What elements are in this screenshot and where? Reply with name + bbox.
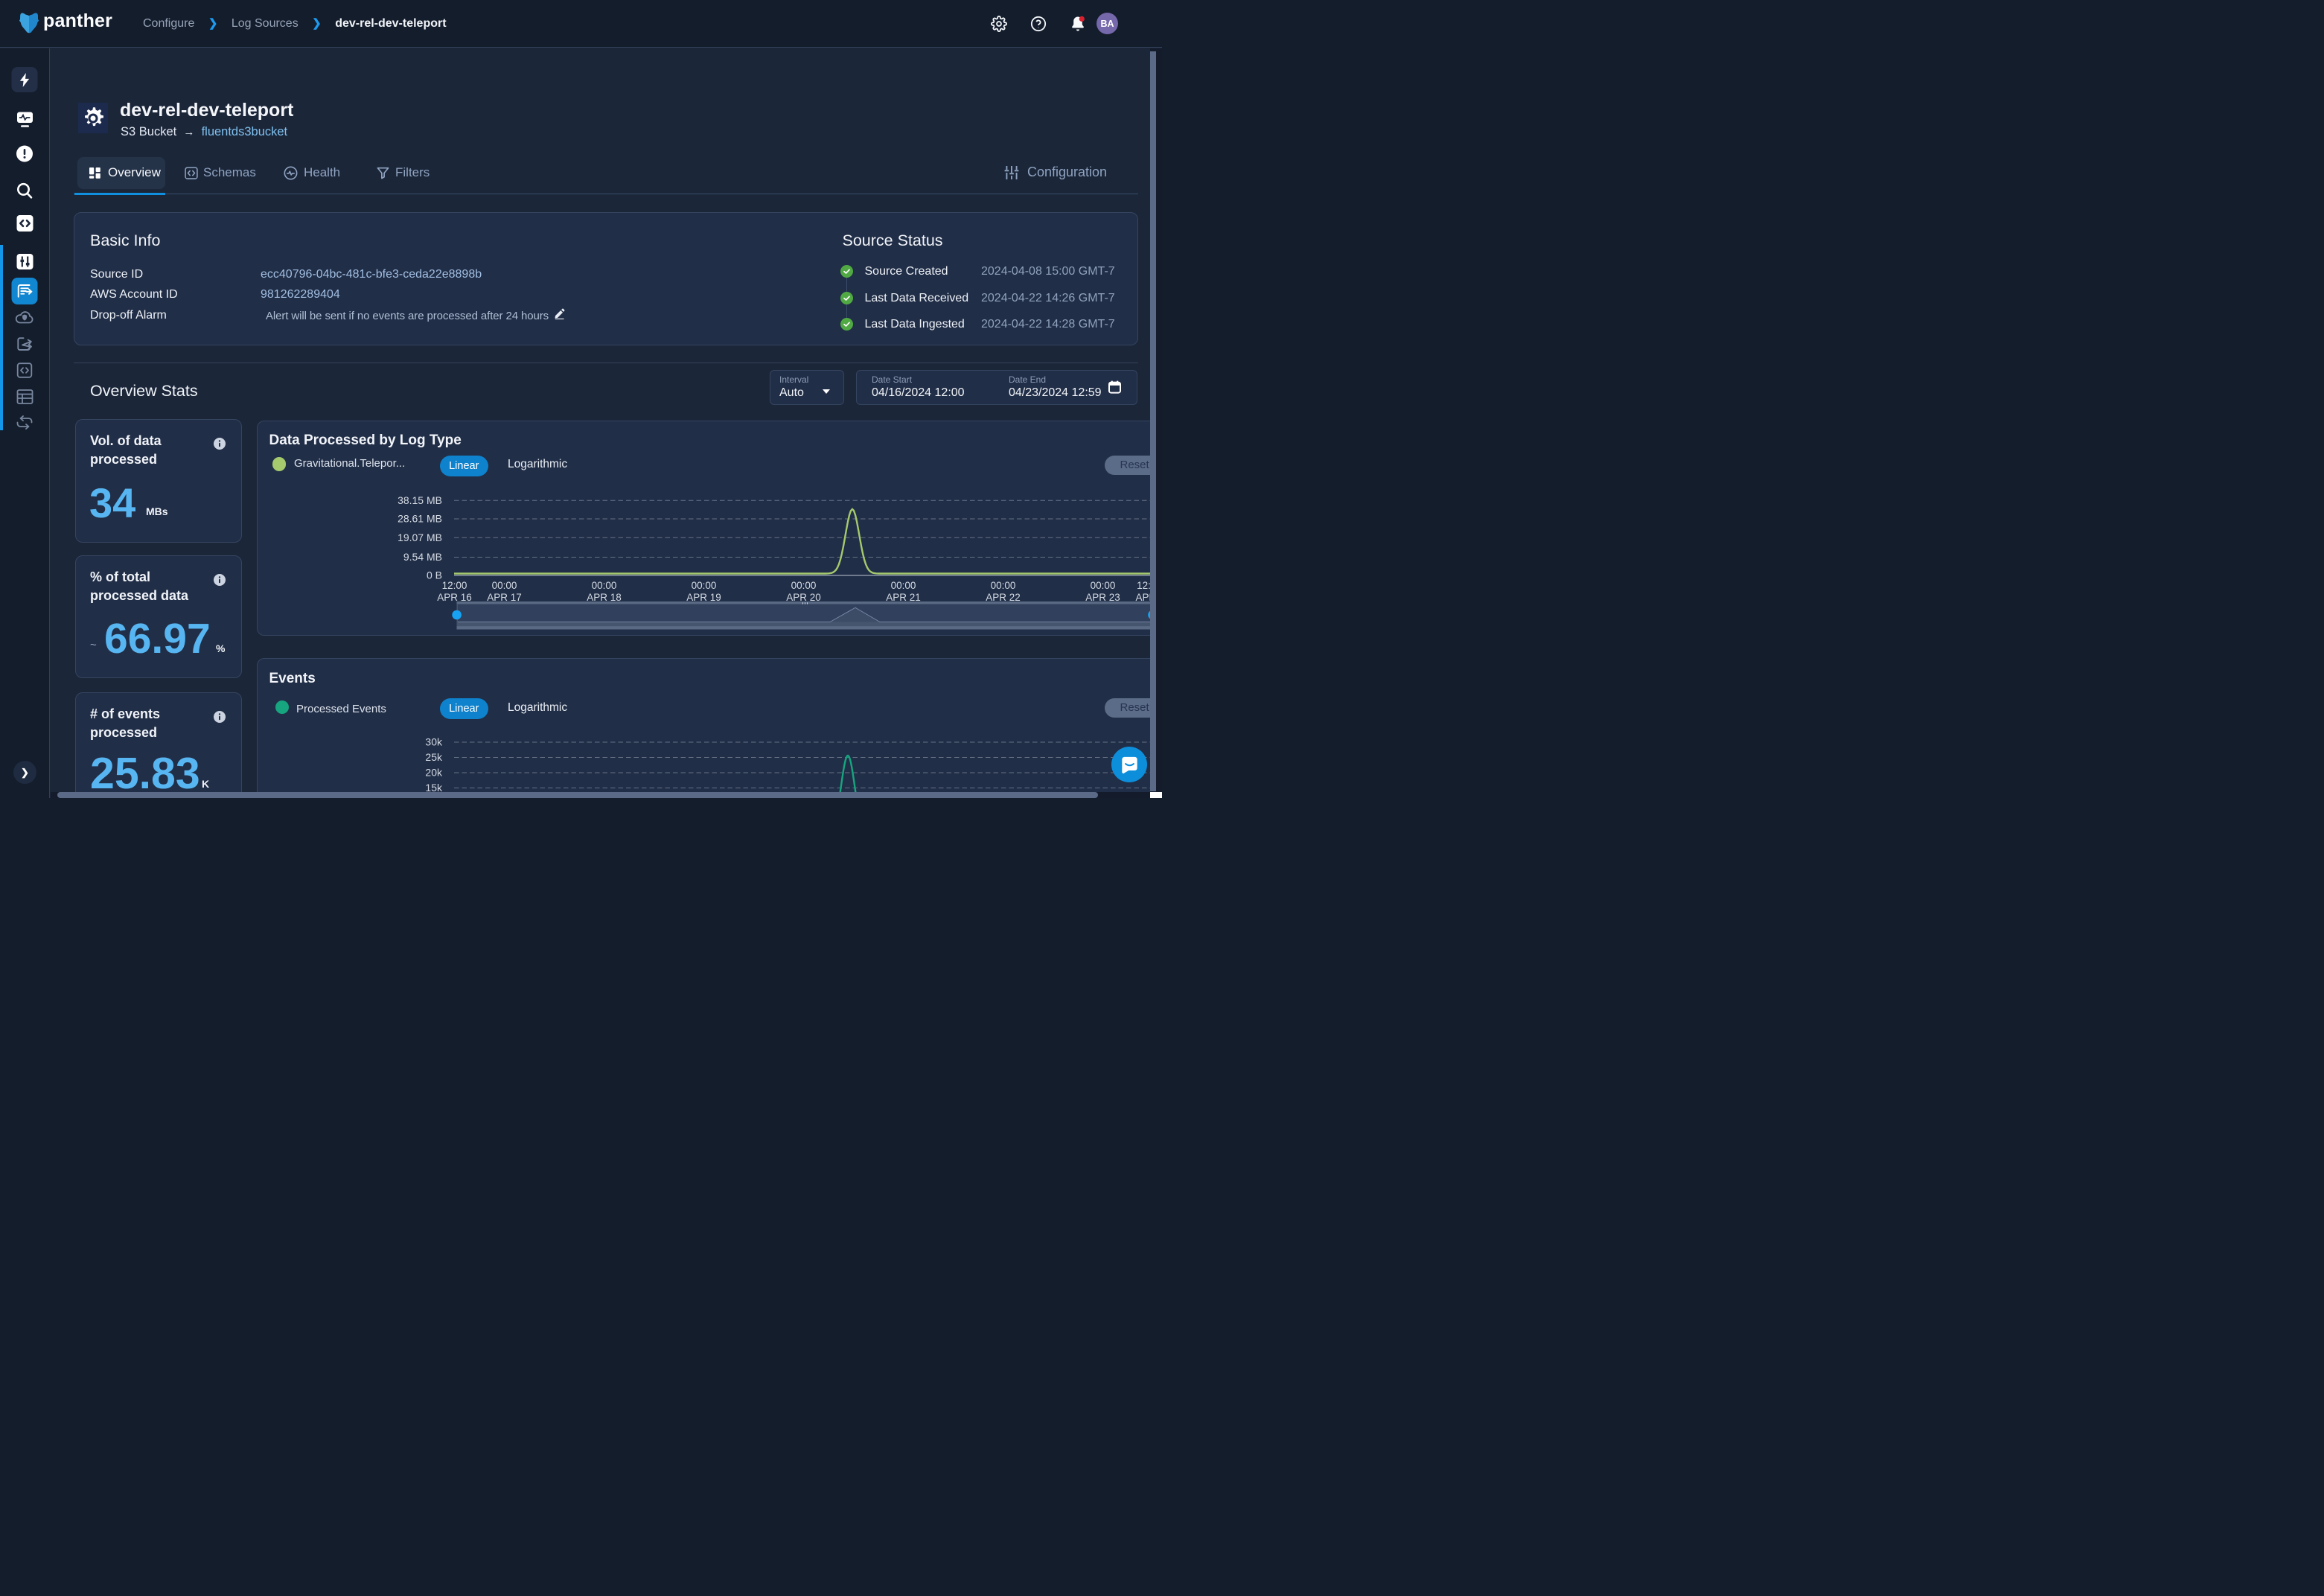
svg-text:APR 18: APR 18	[587, 592, 622, 603]
svg-text:25k: 25k	[425, 751, 443, 763]
svg-text:38.15 MB: 38.15 MB	[398, 494, 442, 506]
svg-text:APR 22: APR 22	[986, 592, 1021, 603]
svg-text:00:00: 00:00	[891, 580, 916, 591]
svg-text:30k: 30k	[425, 735, 443, 747]
svg-text:19.07 MB: 19.07 MB	[398, 532, 442, 543]
svg-text:9.54 MB: 9.54 MB	[403, 551, 442, 563]
svg-text:APR 16: APR 16	[437, 592, 472, 603]
svg-text:20k: 20k	[425, 766, 443, 778]
svg-text:0 B: 0 B	[427, 569, 442, 581]
svg-text:00:00: 00:00	[592, 580, 617, 591]
svg-text:00:00: 00:00	[791, 580, 817, 591]
svg-text:00:00: 00:00	[1091, 580, 1116, 591]
svg-text:00:00: 00:00	[692, 580, 717, 591]
svg-text:00:00: 00:00	[991, 580, 1016, 591]
svg-text:28.61 MB: 28.61 MB	[398, 512, 442, 524]
svg-text:APR 21: APR 21	[886, 592, 921, 603]
svg-text:APR 23: APR 23	[1085, 592, 1120, 603]
svg-text:00:00: 00:00	[492, 580, 517, 591]
svg-text:APR 19: APR 19	[686, 592, 721, 603]
svg-text:12:00: 12:00	[442, 580, 467, 591]
svg-text:APR 20: APR 20	[786, 592, 821, 603]
svg-text:APR 17: APR 17	[487, 592, 522, 603]
